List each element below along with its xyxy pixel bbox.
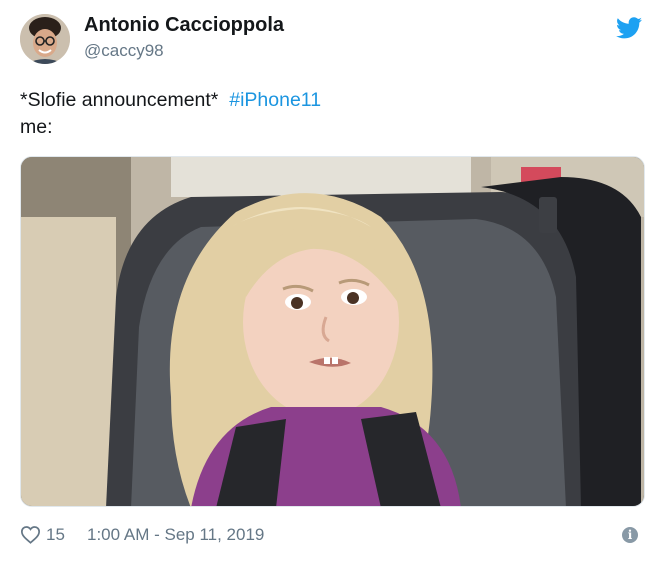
user-handle[interactable]: @caccy98 bbox=[84, 41, 164, 61]
tweet-card: Antonio Caccioppola @caccy98 *Slofie ann… bbox=[0, 0, 660, 562]
photo-meme-icon bbox=[21, 157, 644, 506]
hashtag-link[interactable]: #iPhone11 bbox=[229, 89, 321, 111]
tweet-timestamp[interactable]: 1:00 AM - Sep 11, 2019 bbox=[87, 525, 264, 545]
heart-icon[interactable] bbox=[20, 525, 41, 544]
tweet-text-content: *Slofie announcement* bbox=[20, 89, 219, 111]
info-icon[interactable]: i bbox=[622, 527, 638, 543]
tweet-line-1: *Slofie announcement* #iPhone11 bbox=[20, 87, 640, 114]
avatar[interactable] bbox=[20, 14, 70, 64]
tweet-footer: 15 1:00 AM - Sep 11, 2019 i bbox=[20, 522, 640, 548]
tweet-media-photo[interactable] bbox=[20, 156, 645, 507]
like-count: 15 bbox=[46, 525, 65, 544]
twitter-bird-icon[interactable] bbox=[616, 17, 642, 39]
display-name[interactable]: Antonio Caccioppola bbox=[84, 14, 284, 37]
tweet-line-2: me: bbox=[20, 116, 53, 138]
tweet-text: *Slofie announcement* #iPhone11 me: bbox=[20, 87, 640, 141]
